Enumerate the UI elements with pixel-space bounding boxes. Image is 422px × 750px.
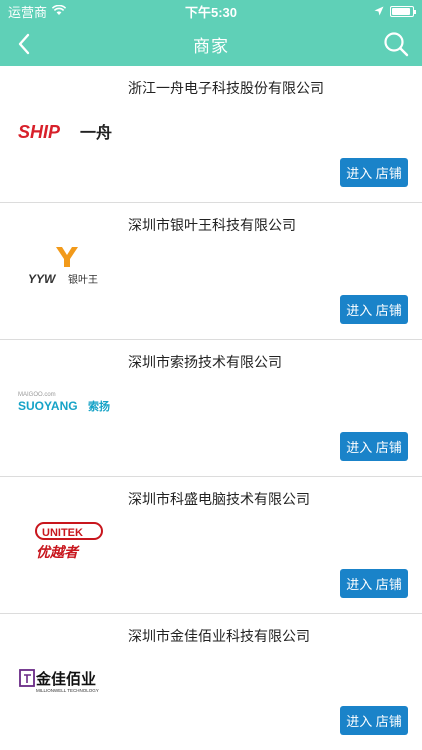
- page-title: 商家: [193, 36, 229, 56]
- status-left: 运营商: [8, 2, 67, 21]
- nav-bar: 商家: [0, 22, 422, 66]
- back-button[interactable]: [8, 28, 40, 60]
- battery-icon: [390, 5, 416, 17]
- location-arrow-icon: [374, 4, 384, 19]
- logo-text: YYW: [28, 272, 57, 286]
- enter-store-button[interactable]: 进入 店铺: [340, 706, 408, 735]
- merchant-card: 深圳市科盛电脑技术有限公司 UNITEK 优越者 进入 店铺: [0, 477, 422, 614]
- enter-store-button[interactable]: 进入 店铺: [340, 295, 408, 324]
- search-button[interactable]: [380, 28, 412, 60]
- status-bar: 运营商 下午5:30: [0, 0, 422, 22]
- merchant-logo-suoyang: MAIGOO.com SUOYANG 索扬: [16, 384, 126, 426]
- logo-text: UNITEK: [42, 527, 83, 539]
- status-right: [374, 4, 416, 19]
- merchant-logo-unitek: UNITEK 优越者: [16, 521, 126, 563]
- enter-store-button[interactable]: 进入 店铺: [340, 432, 408, 461]
- logo-text: 金佳佰业: [35, 670, 96, 688]
- merchant-name: 深圳市金佳佰业科技有限公司: [128, 628, 310, 644]
- merchant-logo-ship: SHIP 一舟: [16, 110, 126, 152]
- logo-small: MAIGOO.com: [18, 392, 56, 398]
- logo-sub: 一舟: [80, 123, 112, 142]
- merchant-name: 深圳市索扬技术有限公司: [128, 354, 282, 370]
- merchant-logo-millionwell: 金佳佰业 MILLIONWELL TECHNOLOGY: [16, 658, 126, 700]
- merchant-name: 深圳市银叶王科技有限公司: [128, 217, 296, 233]
- enter-store-button[interactable]: 进入 店铺: [340, 569, 408, 598]
- search-icon: [384, 32, 409, 57]
- enter-store-button[interactable]: 进入 店铺: [340, 158, 408, 187]
- logo-sub: 银叶王: [68, 273, 98, 286]
- merchant-card: 深圳市索扬技术有限公司 MAIGOO.com SUOYANG 索扬 进入 店铺: [0, 340, 422, 477]
- merchant-name: 浙江一舟电子科技股份有限公司: [128, 80, 324, 96]
- logo-sub: MILLIONWELL TECHNOLOGY: [36, 688, 99, 693]
- merchant-card: 深圳市金佳佰业科技有限公司 金佳佰业 MILLIONWELL TECHNOLOG…: [0, 614, 422, 750]
- chevron-left-icon: [18, 33, 30, 55]
- logo-sub: 优越者: [36, 544, 80, 561]
- battery-fill: [392, 7, 410, 15]
- logo-sub: 索扬: [88, 399, 110, 413]
- carrier-label: 运营商: [8, 4, 48, 20]
- logo-text: SUOYANG: [18, 399, 78, 413]
- merchant-name: 深圳市科盛电脑技术有限公司: [128, 491, 310, 507]
- logo-text: SHIP: [18, 122, 61, 142]
- merchant-card: 浙江一舟电子科技股份有限公司 SHIP 一舟 进入 店铺: [0, 66, 422, 203]
- wifi-icon: [51, 4, 67, 19]
- merchant-card: 深圳市银叶王科技有限公司 YYW 银叶王 进入 店铺: [0, 203, 422, 340]
- merchant-logo-yyw: YYW 银叶王: [16, 247, 126, 289]
- merchant-list: 浙江一舟电子科技股份有限公司 SHIP 一舟 进入 店铺 深圳市银叶王科技有限公…: [0, 66, 422, 750]
